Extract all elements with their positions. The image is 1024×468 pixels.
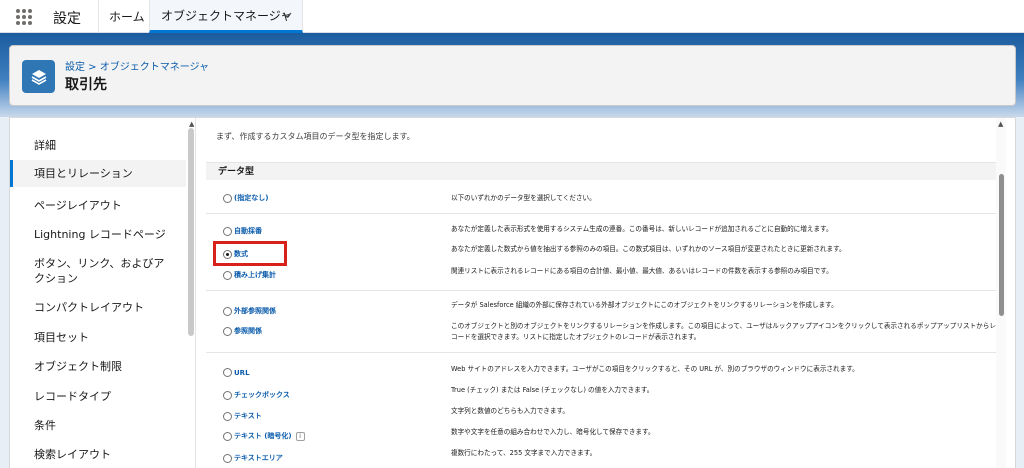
sidebar-item-object-limits[interactable]: オブジェクト制限 — [10, 359, 186, 374]
sidebar-item-search-layouts[interactable]: 検索レイアウト — [10, 447, 186, 462]
option-auto-number-desc: あなたが定義した表示形式を使用するシステム生成の連番。この番号は、新しいレコード… — [451, 225, 833, 233]
chevron-down-icon[interactable] — [282, 10, 292, 23]
option-text-area-desc: 複数行にわたって、255 文字まで入力できます。 — [451, 449, 597, 457]
option-auto-number-label: 自動採番 — [234, 227, 262, 235]
option-roll-up-summary-label: 積み上げ集計 — [234, 271, 276, 279]
page-title: 取引先 — [65, 77, 107, 93]
option-text-encrypted-label: テキスト (暗号化) — [234, 432, 292, 440]
highlight-annotation — [213, 241, 287, 266]
option-none[interactable]: (指定なし) — [223, 193, 268, 203]
option-lookup-desc: このオブジェクトと別のオブジェクトをリンクするリレーションを作成します。この項目… — [451, 322, 996, 341]
sidebar-item-conditions[interactable]: 条件 — [10, 418, 186, 433]
app-launcher-icon[interactable] — [16, 9, 34, 25]
option-checkbox-label: チェックボックス — [234, 391, 290, 399]
radio-text-encrypted[interactable] — [223, 431, 232, 441]
intro-text: まず、作成するカスタム項目のデータ型を指定します。 — [216, 132, 415, 141]
option-text-encrypted[interactable]: テキスト (暗号化) i — [223, 431, 305, 441]
sidebar-item-field-sets[interactable]: 項目セット — [10, 330, 186, 345]
option-checkbox[interactable]: チェックボックス — [223, 390, 290, 400]
option-roll-up-summary[interactable]: 積み上げ集計 — [223, 270, 276, 280]
tab-object-manager-label: オブジェクトマネージャ — [161, 8, 293, 23]
sidebar-item-details[interactable]: 詳細 — [10, 138, 186, 153]
breadcrumb[interactable]: 設定 > オブジェクトマネージャ — [65, 58, 209, 73]
sidebar-item-page-layouts[interactable]: ページレイアウト — [10, 198, 186, 213]
radio-checkbox[interactable] — [223, 390, 232, 400]
radio-lookup[interactable] — [223, 326, 232, 336]
page-header: 設定 > オブジェクトマネージャ 取引先 — [9, 45, 1016, 106]
option-external-lookup-desc: データが Salesforce 組織の外部に保存されている外部オブジェクトにこの… — [451, 301, 838, 309]
radio-roll-up-summary[interactable] — [223, 270, 232, 280]
section-header-data-type: データ型 — [206, 162, 996, 180]
main-panel: 詳細 項目とリレーション ページレイアウト Lightning レコードページ … — [9, 117, 1016, 468]
option-text-label: テキスト — [234, 412, 262, 420]
tab-home-label: ホーム — [109, 10, 145, 24]
divider — [206, 213, 996, 214]
global-nav: 設定 ホーム オブジェクトマネージャ — [0, 0, 1024, 33]
sidebar-item-buttons-links-actions[interactable]: ボタン、リンク、およびア — [10, 256, 186, 271]
divider — [206, 290, 996, 291]
scroll-up-arrow-icon[interactable]: ▲ — [998, 120, 1003, 128]
scroll-up-arrow-icon[interactable]: ▲ — [189, 120, 194, 128]
option-external-lookup[interactable]: 外部参照関係 — [223, 306, 276, 316]
radio-none[interactable] — [223, 193, 232, 203]
option-formula-desc: あなたが定義した数式から値を抽出する参照のみの項目。この数式項目は、いずれかのソ… — [451, 245, 846, 253]
option-checkbox-desc: True (チェック) または False (チェックなし) の値を入力できます… — [451, 386, 654, 394]
option-auto-number[interactable]: 自動採番 — [223, 226, 262, 236]
radio-external-lookup[interactable] — [223, 306, 232, 316]
radio-auto-number[interactable] — [223, 226, 232, 236]
tab-home[interactable]: ホーム — [98, 0, 148, 33]
option-none-desc: 以下のいずれかのデータ型を選択してください。 — [451, 194, 596, 202]
option-external-lookup-label: 外部参照関係 — [234, 307, 276, 315]
option-text[interactable]: テキスト — [223, 411, 262, 421]
sidebar-item-buttons-links-actions-line2[interactable]: クション — [10, 271, 186, 286]
sidebar-item-compact-layouts[interactable]: コンパクトレイアウト — [10, 300, 186, 315]
option-text-desc: 文字列と数値のどちらも入力できます。 — [451, 407, 570, 415]
layers-icon — [22, 60, 55, 93]
option-text-area-label: テキストエリア — [234, 454, 283, 462]
option-url[interactable]: URL — [223, 368, 250, 377]
sidebar: 詳細 項目とリレーション ページレイアウト Lightning レコードページ … — [10, 118, 196, 468]
info-icon[interactable]: i — [295, 431, 305, 441]
option-text-encrypted-desc: 数字や文字を任意の組み合わせで入力し、暗号化して保存できます。 — [451, 428, 655, 436]
radio-text[interactable] — [223, 411, 232, 421]
radio-text-area[interactable] — [223, 453, 232, 463]
tab-object-manager[interactable]: オブジェクトマネージャ — [149, 0, 303, 33]
option-url-label: URL — [234, 368, 250, 377]
option-roll-up-summary-desc: 関連リストに表示されるレコードにある項目の合計値、最小値、最大値、あるいはレコー… — [451, 267, 833, 275]
option-text-area[interactable]: テキストエリア — [223, 453, 283, 463]
option-lookup[interactable]: 参照関係 — [223, 326, 262, 336]
app-name: 設定 — [53, 11, 81, 27]
sidebar-item-record-types[interactable]: レコードタイプ — [10, 389, 186, 404]
sidebar-item-fields-relationships[interactable]: 項目とリレーション — [10, 160, 186, 187]
option-url-desc: Web サイトのアドレスを入力できます。ユーザがこの項目をクリックすると、その … — [451, 365, 859, 373]
content-scrollbar[interactable] — [999, 174, 1004, 316]
divider — [206, 352, 996, 353]
data-type-content: まず、作成するカスタム項目のデータ型を指定します。 データ型 (指定なし) 以下… — [206, 118, 1006, 468]
option-lookup-label: 参照関係 — [234, 327, 262, 335]
option-none-label: (指定なし) — [234, 194, 269, 202]
sidebar-item-lightning-record-pages[interactable]: Lightning レコードページ — [10, 227, 186, 242]
sidebar-scrollbar[interactable] — [188, 128, 194, 336]
radio-url[interactable] — [223, 368, 232, 377]
